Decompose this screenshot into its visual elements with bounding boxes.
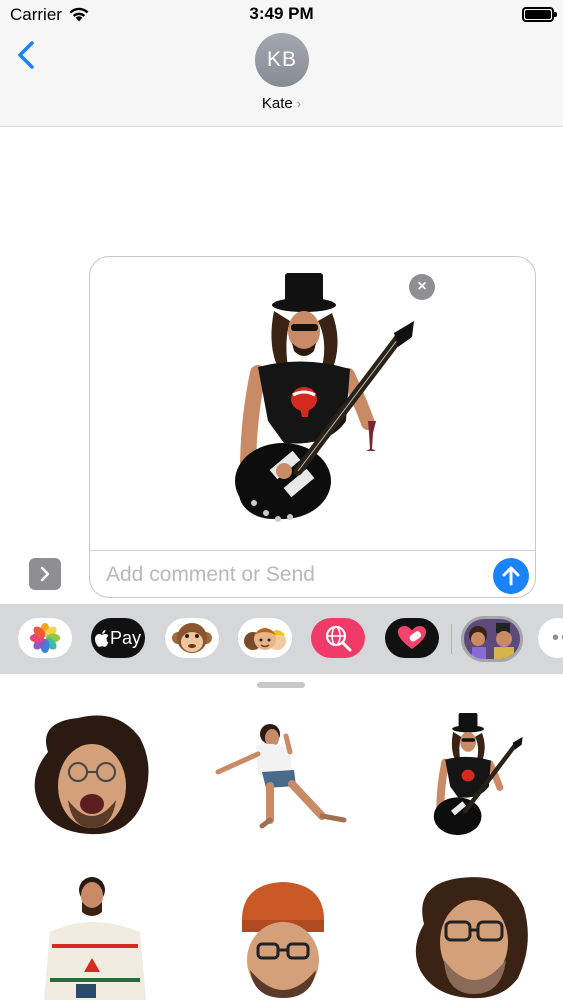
sticker-curly-glasses[interactable] bbox=[410, 874, 532, 1000]
remove-attachment-button[interactable]: × bbox=[409, 274, 435, 300]
contact-chevron-icon: › bbox=[296, 96, 302, 111]
compose-divider bbox=[90, 550, 535, 551]
photos-icon bbox=[30, 623, 60, 653]
animoji-app-button[interactable] bbox=[165, 618, 219, 658]
heart-touch-icon bbox=[398, 626, 426, 649]
sticker-pack-icon bbox=[464, 619, 520, 659]
attached-sticker-guitarist[interactable] bbox=[218, 271, 418, 541]
sticker-sweater-man[interactable] bbox=[40, 874, 150, 1000]
globe-search-icon bbox=[325, 625, 352, 652]
photos-app-button[interactable] bbox=[18, 618, 72, 658]
battery-icon bbox=[522, 7, 557, 22]
contact-name: Kate bbox=[261, 95, 293, 112]
chevron-right-icon bbox=[40, 566, 50, 582]
expand-apps-button[interactable] bbox=[29, 558, 61, 590]
back-chevron-icon[interactable] bbox=[14, 40, 40, 70]
digital-touch-app-button[interactable] bbox=[385, 618, 439, 658]
monkey-face-icon bbox=[172, 623, 212, 653]
panel-grabber[interactable] bbox=[257, 682, 305, 688]
apple-pay-app-button[interactable]: Pay bbox=[91, 618, 145, 658]
apple-logo-icon bbox=[94, 629, 109, 647]
more-apps-label: •• bbox=[551, 626, 563, 649]
sticker-excited-face[interactable] bbox=[28, 712, 156, 838]
arrow-up-icon bbox=[502, 566, 520, 586]
drawer-separator bbox=[451, 624, 452, 654]
status-bar: Carrier 3:49 PM bbox=[0, 0, 563, 30]
contact-name-row[interactable]: Kate › bbox=[0, 95, 563, 112]
image-search-app-button[interactable] bbox=[311, 618, 365, 658]
send-button[interactable] bbox=[493, 558, 529, 594]
memoji-app-button[interactable] bbox=[238, 618, 292, 658]
sticker-lounging-man[interactable] bbox=[212, 720, 352, 832]
comment-input[interactable] bbox=[106, 557, 486, 593]
stickers-app-button[interactable] bbox=[461, 616, 523, 662]
compose-field: × bbox=[89, 256, 536, 598]
app-drawer: Pay • bbox=[0, 604, 563, 674]
more-apps-button[interactable]: •• bbox=[538, 618, 563, 658]
sticker-beanie-man[interactable] bbox=[236, 880, 330, 1000]
apple-pay-label: Pay bbox=[109, 627, 142, 648]
memoji-faces-icon bbox=[244, 628, 286, 650]
sticker-guitarist[interactable] bbox=[425, 712, 525, 846]
clock: 3:49 PM bbox=[249, 4, 314, 23]
sticker-browser bbox=[0, 674, 563, 1000]
contact-avatar[interactable]: KB bbox=[255, 33, 309, 87]
